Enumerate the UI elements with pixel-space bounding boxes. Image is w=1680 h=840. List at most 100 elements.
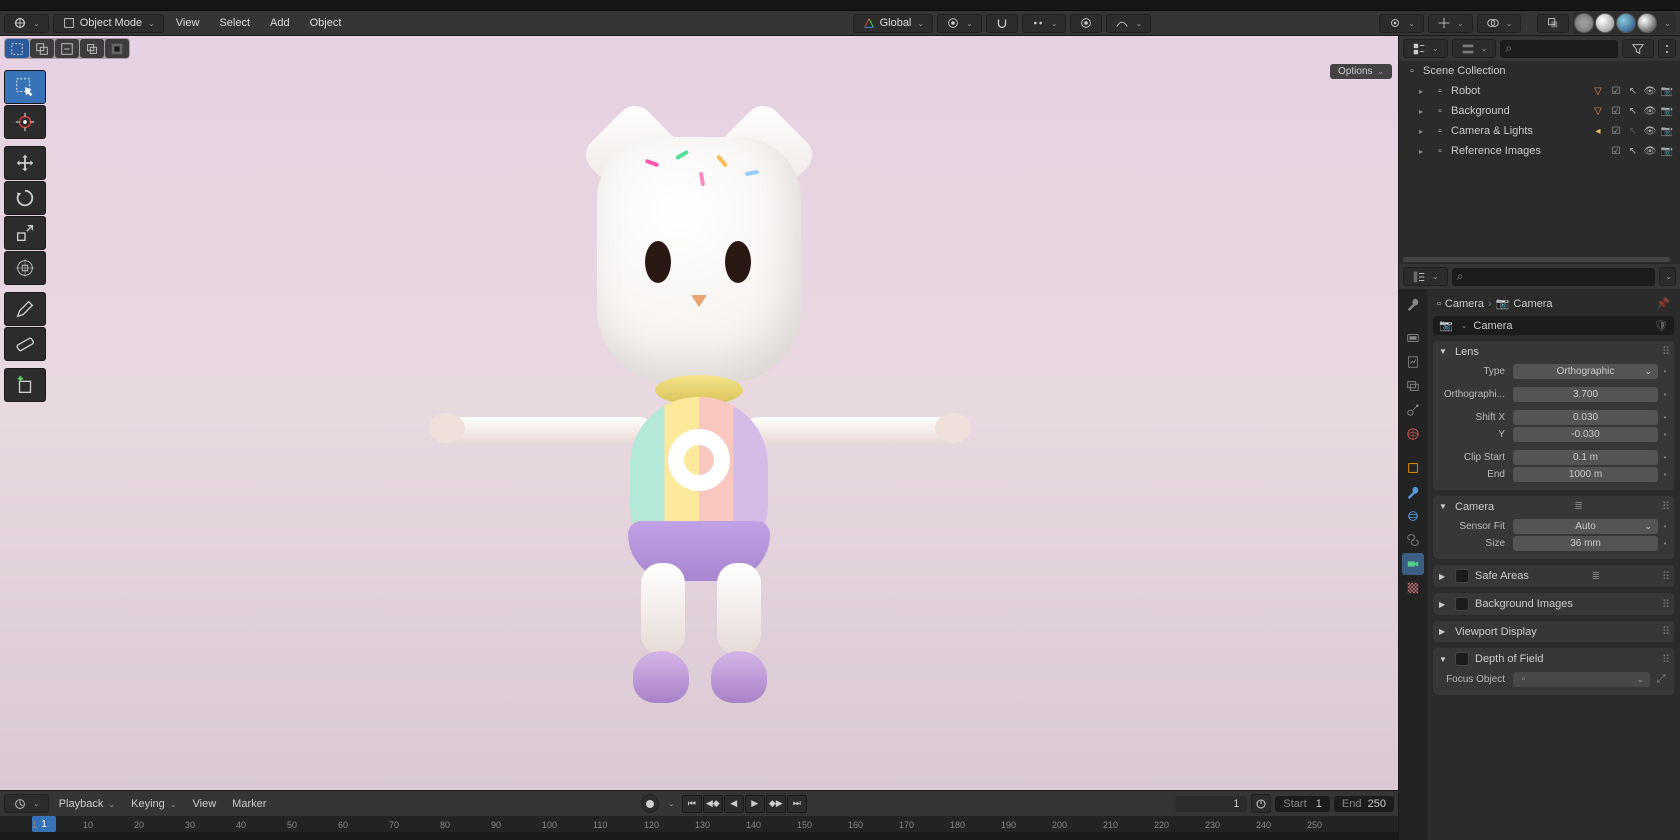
tab-scene[interactable]: [1402, 399, 1424, 421]
autokey-toggle[interactable]: [641, 794, 659, 813]
hide-toggle[interactable]: 👁: [1643, 86, 1657, 97]
timeline-view-menu[interactable]: View: [187, 796, 223, 812]
tab-viewlayer[interactable]: [1402, 375, 1424, 397]
tab-camera-data[interactable]: [1402, 553, 1424, 575]
tab-texture[interactable]: [1402, 577, 1424, 599]
tool-scale[interactable]: [4, 216, 46, 250]
outliner-filter[interactable]: [1622, 39, 1654, 58]
proportional-toggle[interactable]: [1070, 14, 1102, 33]
tab-constraint[interactable]: [1402, 529, 1424, 551]
gizmo-toggle[interactable]: ⌄: [1428, 14, 1473, 33]
properties-options[interactable]: ⌄: [1659, 267, 1676, 286]
end-frame-field[interactable]: End 250: [1334, 796, 1394, 812]
camera-name-field[interactable]: 📷⌄ Camera 🛡: [1433, 316, 1674, 335]
select-intersect-icon[interactable]: [80, 39, 104, 58]
sensor-fit-select[interactable]: Auto: [1513, 519, 1658, 534]
outliner-scrollbar[interactable]: [1403, 257, 1670, 262]
tool-move[interactable]: [4, 146, 46, 180]
editor-type-icon[interactable]: ⌄: [4, 14, 49, 33]
viewport-display-header[interactable]: ▶ Viewport Display ⠿: [1433, 621, 1674, 642]
outliner-display-mode[interactable]: ⌄: [1452, 39, 1497, 58]
tab-output[interactable]: [1402, 351, 1424, 373]
orientation-select[interactable]: Global ⌄: [853, 14, 934, 33]
render-toggle[interactable]: 📷: [1660, 86, 1674, 97]
marker-menu[interactable]: Marker: [226, 796, 272, 812]
keyframe-prev[interactable]: ◀◆: [703, 795, 723, 813]
tool-add-primitive[interactable]: [4, 368, 46, 402]
tool-rotate[interactable]: [4, 181, 46, 215]
play-forward[interactable]: ▶: [745, 795, 765, 813]
keyframe-next[interactable]: ◆▶: [766, 795, 786, 813]
viewport-3d[interactable]: [0, 36, 1398, 790]
safe-areas-checkbox[interactable]: [1455, 569, 1469, 583]
properties-search[interactable]: [1452, 268, 1656, 286]
select-invert-icon[interactable]: [105, 39, 129, 58]
options-dropdown[interactable]: Options ⌄: [1330, 64, 1392, 79]
xray-toggle[interactable]: [1537, 14, 1569, 33]
pin-icon[interactable]: 📌: [1656, 297, 1670, 310]
proportional-falloff[interactable]: ⌄: [1106, 14, 1151, 33]
shift-x-field[interactable]: 0.030: [1513, 410, 1658, 425]
outliner-row-background[interactable]: ▸ ▫ Background ▽ ☑↖👁📷: [1399, 101, 1680, 121]
overlays-toggle[interactable]: ⌄: [1477, 14, 1522, 33]
outliner-new-collection[interactable]: [1658, 39, 1676, 58]
lens-type-select[interactable]: Orthographic: [1513, 364, 1658, 379]
tool-cursor[interactable]: [4, 105, 46, 139]
timeline-ruler[interactable]: 1 11020304050607080901001101201301401501…: [0, 816, 1398, 832]
preview-range-toggle[interactable]: [1251, 794, 1271, 813]
timeline-scrollbar[interactable]: [0, 832, 1398, 840]
outliner-search[interactable]: [1500, 40, 1618, 58]
outliner-row-reference[interactable]: ▸ ▫ Reference Images ☑↖👁📷: [1399, 141, 1680, 161]
tab-world[interactable]: [1402, 423, 1424, 445]
object-menu[interactable]: Object: [302, 15, 350, 31]
select-subtract-icon[interactable]: [55, 39, 79, 58]
select-menu[interactable]: Select: [211, 15, 258, 31]
exclude-toggle[interactable]: ☑: [1609, 86, 1623, 97]
selectable-toggle[interactable]: ↖: [1626, 86, 1640, 97]
tool-select-box[interactable]: [4, 70, 46, 104]
pivot-select[interactable]: ⌄: [937, 14, 982, 33]
timeline-editor-icon[interactable]: ⌄: [4, 794, 49, 813]
eyedropper-icon[interactable]: ⤢: [1654, 673, 1668, 686]
playback-menu[interactable]: Playback ⌄: [53, 796, 121, 812]
camera-panel-header[interactable]: ▼ Camera ≣ ⠿: [1433, 496, 1674, 517]
bg-images-header[interactable]: ▶ Background Images ⠿: [1433, 593, 1674, 615]
snap-toggle[interactable]: [986, 14, 1018, 33]
outliner-row-robot[interactable]: ▸ ▫ Robot ▽ ☑↖👁📷: [1399, 81, 1680, 101]
fake-user-icon[interactable]: 🛡: [1654, 319, 1668, 332]
keying-menu[interactable]: Keying ⌄: [125, 796, 182, 812]
shading-rendered[interactable]: [1637, 13, 1657, 33]
focus-object-select[interactable]: ▫: [1513, 672, 1650, 687]
clip-end-field[interactable]: 1000 m: [1513, 467, 1658, 482]
select-extend-icon[interactable]: [30, 39, 54, 58]
jump-start[interactable]: ⏮: [682, 795, 702, 813]
tab-tool[interactable]: [1402, 293, 1424, 315]
mode-select[interactable]: Object Mode ⌄: [53, 14, 164, 33]
current-frame-field[interactable]: 1: [1175, 796, 1247, 812]
shading-wireframe[interactable]: [1574, 13, 1594, 33]
safe-areas-header[interactable]: ▶ Safe Areas ≣ ⠿: [1433, 565, 1674, 587]
sensor-size-field[interactable]: 36 mm: [1513, 536, 1658, 551]
start-frame-field[interactable]: Start 1: [1275, 796, 1330, 812]
view-menu[interactable]: View: [168, 15, 208, 31]
shading-solid[interactable]: [1595, 13, 1615, 33]
outliner-body[interactable]: ▫ Scene Collection ▸ ▫ Robot ▽ ☑↖👁📷 ▸ ▫ …: [1399, 61, 1680, 257]
tool-transform[interactable]: [4, 251, 46, 285]
tab-object[interactable]: [1402, 457, 1424, 479]
outliner-scene-collection[interactable]: ▫ Scene Collection: [1399, 61, 1680, 81]
view-object-types[interactable]: ⌄: [1379, 14, 1424, 33]
lens-panel-header[interactable]: ▼ Lens ⠿: [1433, 341, 1674, 362]
tab-render[interactable]: [1402, 327, 1424, 349]
outliner-editor-icon[interactable]: ⌄: [1403, 39, 1448, 58]
properties-editor-icon[interactable]: ⌄: [1403, 267, 1448, 286]
outliner-row-camera-lights[interactable]: ▸ ▫ Camera & Lights ◂ ☑↖👁📷: [1399, 121, 1680, 141]
shading-matprev[interactable]: [1616, 13, 1636, 33]
shift-y-field[interactable]: -0.030: [1513, 427, 1658, 442]
bg-images-checkbox[interactable]: [1455, 597, 1469, 611]
play-reverse[interactable]: ◀: [724, 795, 744, 813]
ortho-scale-field[interactable]: 3.700: [1513, 387, 1658, 402]
clip-start-field[interactable]: 0.1 m: [1513, 450, 1658, 465]
add-menu[interactable]: Add: [262, 15, 298, 31]
snap-select[interactable]: ⌄: [1022, 14, 1067, 33]
select-box-icon[interactable]: [5, 39, 29, 58]
